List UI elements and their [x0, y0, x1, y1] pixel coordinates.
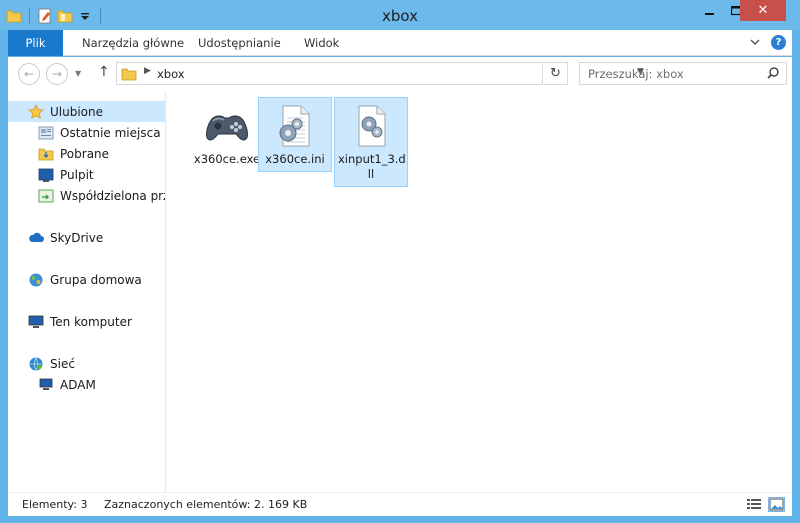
details-view-button[interactable]	[746, 497, 763, 512]
nav-item-label: Pulpit	[60, 167, 94, 182]
nav-item-adam[interactable]: ADAM	[38, 374, 96, 395]
file-name: xinput1_3.d ll	[335, 152, 407, 186]
forward-button[interactable]: →	[46, 63, 68, 85]
downloads-folder-icon	[38, 146, 54, 162]
nav-skydrive[interactable]: SkyDrive	[28, 227, 103, 248]
file-item[interactable]: xinput1_3.d ll	[334, 97, 408, 187]
address-bar[interactable]: ▶ xbox ▼	[116, 62, 644, 85]
cloud-icon	[28, 230, 44, 246]
desktop-icon	[38, 167, 54, 183]
ribbon: Plik Narzędzia główne Udostępnianie Wido…	[8, 30, 792, 56]
file-name-line1: xinput1_3.d	[338, 152, 406, 166]
nav-favorites-label: Ulubione	[50, 104, 104, 119]
file-list: x360ce.exe x360ce.ini xinput1_3.d ll	[166, 91, 792, 492]
nav-item-label: Pobrane	[60, 146, 110, 161]
large-icons-view-button[interactable]	[768, 497, 785, 512]
nav-item-label: ADAM	[60, 377, 96, 392]
gamepad-icon	[203, 102, 251, 150]
nav-favorites[interactable]: Ulubione	[8, 101, 165, 122]
nav-item-desktop[interactable]: Pulpit	[38, 164, 94, 185]
explorer-window: xbox ✕ Plik Narzędzia główne Udostępnian…	[0, 0, 800, 523]
window-title: xbox	[382, 7, 418, 25]
breadcrumb-separator-icon[interactable]: ▶	[144, 66, 151, 76]
chevron-down-icon: ▼	[75, 69, 82, 78]
search-placeholder: Przeszukaj: xbox	[588, 67, 684, 81]
folder-icon	[121, 66, 137, 85]
status-bar: Elementy: 3 Zaznaczonych elementów: 2. 1…	[8, 492, 792, 516]
search-input[interactable]: Przeszukaj: xbox	[579, 62, 787, 85]
details-view-icon	[747, 499, 761, 509]
tab-home[interactable]: Narzędzia główne	[72, 30, 194, 56]
network-icon	[28, 356, 44, 372]
refresh-icon: ↻	[550, 66, 561, 81]
help-button[interactable]: ?	[771, 35, 786, 50]
up-button[interactable]: ↑	[98, 64, 110, 80]
large-icons-view-icon	[769, 498, 784, 511]
nav-item-label: Ostatnie miejsca	[60, 125, 161, 140]
back-button[interactable]: ←	[18, 63, 40, 85]
close-icon: ✕	[757, 3, 769, 18]
navigation-pane: Ulubione Ostatnie miejsca Pobrane Pulpit	[8, 91, 166, 492]
nav-this-pc[interactable]: Ten komputer	[28, 311, 132, 332]
nav-item-shared[interactable]: Współdzielona przes	[38, 185, 165, 206]
file-name: x360ce.ini	[265, 152, 325, 166]
tab-view[interactable]: Widok	[294, 30, 349, 56]
file-name-line2: ll	[367, 167, 375, 181]
title-bar: xbox ✕	[0, 0, 800, 30]
minimize-icon	[705, 12, 714, 15]
nav-network-label: Sieć	[50, 356, 75, 371]
star-icon	[28, 103, 44, 120]
nav-skydrive-label: SkyDrive	[50, 230, 104, 245]
recent-places-icon	[38, 125, 54, 141]
nav-item-downloads[interactable]: Pobrane	[38, 143, 109, 164]
computer-icon	[38, 377, 54, 393]
search-icon[interactable]	[766, 66, 780, 83]
tab-file[interactable]: Plik	[8, 30, 63, 56]
selection-info: Zaznaczonych elementów: 2. 169 KB	[104, 498, 308, 511]
tab-share[interactable]: Udostępnianie	[188, 30, 291, 56]
arrow-right-icon: →	[51, 67, 63, 81]
homegroup-icon	[28, 272, 44, 288]
nav-item-recent-places[interactable]: Ostatnie miejsca	[38, 122, 161, 143]
dll-file-icon	[347, 102, 395, 150]
address-row: ← → ▼ ↑ ▶ xbox ▼ ↻ Przeszukaj: xbox	[8, 57, 792, 91]
breadcrumb-current[interactable]: xbox	[157, 67, 185, 81]
close-button[interactable]: ✕	[740, 0, 786, 21]
file-item[interactable]: x360ce.ini	[258, 97, 332, 172]
content-area: Ulubione Ostatnie miejsca Pobrane Pulpit	[8, 91, 792, 492]
config-file-icon	[271, 102, 319, 150]
arrow-up-icon: ↑	[98, 64, 110, 80]
refresh-button[interactable]: ↻	[544, 62, 568, 85]
expand-ribbon-button[interactable]	[748, 35, 762, 49]
minimize-button[interactable]	[697, 0, 723, 21]
nav-network[interactable]: Sieć	[28, 353, 75, 374]
computer-icon	[28, 314, 44, 330]
item-count: Elementy: 3	[22, 498, 88, 511]
nav-homegroup[interactable]: Grupa domowa	[28, 269, 142, 290]
nav-item-label: Współdzielona przes	[60, 188, 165, 203]
recent-locations-button[interactable]: ▼	[75, 69, 81, 78]
nav-homegroup-label: Grupa domowa	[50, 272, 142, 287]
chevron-down-icon	[750, 39, 760, 45]
nav-this-pc-label: Ten komputer	[50, 314, 132, 329]
arrow-left-icon: ←	[23, 67, 35, 81]
file-name: x360ce.exe	[193, 152, 261, 166]
shared-folder-icon	[38, 188, 54, 204]
file-item[interactable]: x360ce.exe	[190, 98, 264, 171]
